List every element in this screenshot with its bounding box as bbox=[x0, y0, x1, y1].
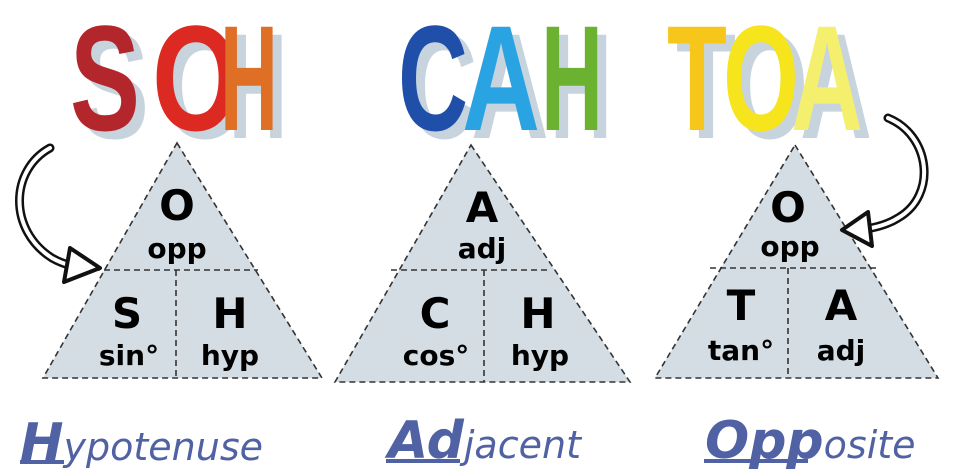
title-letter: O bbox=[723, 0, 799, 162]
diagram-canvas: S S O O H H C C A A H H T T O O A A O op… bbox=[15, 0, 940, 470]
triangle-right-word: hyp bbox=[511, 339, 569, 372]
triangle-left-word: sin° bbox=[99, 339, 159, 372]
title-letter: S bbox=[70, 0, 140, 162]
title-letter: H bbox=[220, 0, 278, 162]
triangle-right-word: hyp bbox=[201, 339, 259, 372]
triangle-top-letter: O bbox=[159, 181, 195, 230]
triangle-toa: O opp T tan° A adj bbox=[653, 143, 940, 379]
title-letter: T bbox=[667, 0, 727, 162]
title-toa: T T O O A A bbox=[667, 0, 872, 170]
triangle-top-word: opp bbox=[147, 232, 206, 265]
triangle-top-word: adj bbox=[458, 232, 507, 265]
word-hypotenuse: Hypotenuse bbox=[20, 413, 263, 470]
triangle-top-letter: O bbox=[770, 183, 806, 232]
triangle-right-word: adj bbox=[817, 334, 866, 367]
triangle-left-letter: S bbox=[112, 289, 142, 338]
word-rest-letters: osite bbox=[824, 423, 916, 467]
title-letter: A bbox=[462, 0, 540, 162]
triangle-left-word: tan° bbox=[708, 334, 774, 367]
triangle-top-letter: A bbox=[466, 183, 499, 232]
triangle-left-letter: C bbox=[420, 289, 451, 338]
triangle-right-letter: A bbox=[825, 281, 858, 330]
title-letter: H bbox=[541, 0, 603, 162]
word-rest-letters: jacent bbox=[459, 423, 583, 467]
title-letter: A bbox=[791, 0, 863, 162]
triangle-right-letter: H bbox=[212, 289, 247, 338]
triangle-left-word: cos° bbox=[403, 339, 470, 372]
title-letter: C bbox=[398, 0, 468, 162]
triangle-top-word: opp bbox=[760, 230, 819, 263]
triangle-left-letter: T bbox=[727, 281, 756, 330]
triangle-cah: A adj C cos° H hyp bbox=[333, 143, 632, 383]
word-opposite: Opposite bbox=[704, 411, 916, 470]
word-adjacent: Adjacent bbox=[384, 411, 583, 470]
title-cah: C C A A H H bbox=[398, 0, 612, 170]
sohcahtoa-diagram: S S O O H H C C A A H H T T O O A A O op… bbox=[0, 0, 961, 470]
word-rest-letters: ypotenuse bbox=[63, 425, 263, 469]
triangle-right-letter: H bbox=[520, 289, 555, 338]
